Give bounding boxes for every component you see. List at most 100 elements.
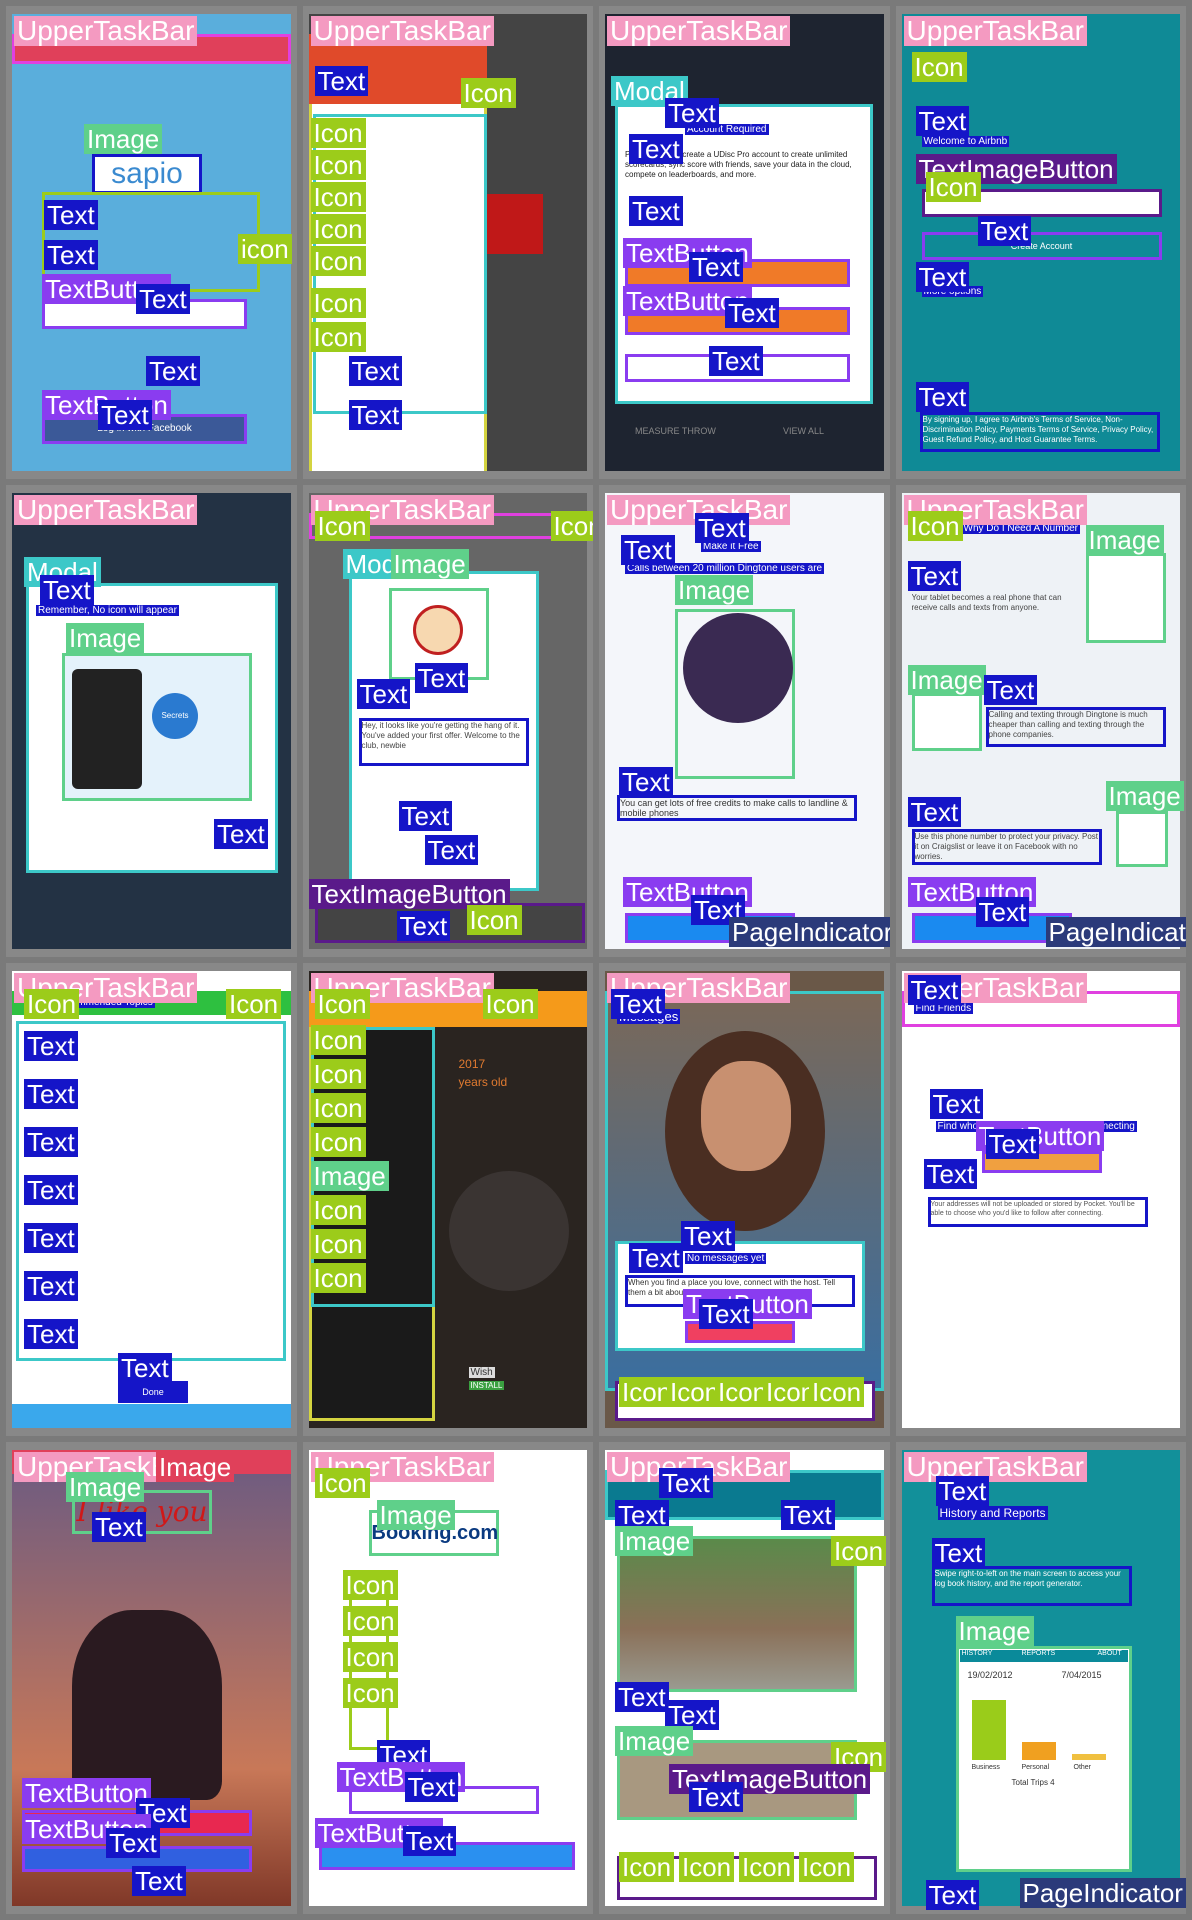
icon-label: Icon bbox=[342, 1569, 398, 1600]
tile-reports: History and Reports Swipe right-to-left … bbox=[895, 1441, 1186, 1914]
text-label: Text bbox=[915, 382, 970, 412]
personal-bar bbox=[1021, 1741, 1056, 1760]
tile-sapio: sapio Log in with Facebook UpperTaskBar … bbox=[6, 6, 297, 479]
icon-label: Icon bbox=[911, 52, 967, 82]
image-label: Image bbox=[390, 548, 469, 579]
screen-pocket: Find Friends Find who you know on Pocket… bbox=[901, 971, 1180, 1428]
remember-text: Remember, No icon will appear bbox=[36, 604, 179, 616]
icon-label: Icon bbox=[466, 904, 522, 935]
text-label: Text bbox=[629, 196, 683, 226]
calls-label: Calling and texting through Dingtone is … bbox=[988, 709, 1148, 739]
text-label: Text bbox=[24, 1175, 78, 1205]
create-account-button[interactable]: Create Account bbox=[921, 232, 1162, 260]
icon-label: Icon bbox=[715, 1377, 771, 1407]
about-tab[interactable]: ABOUT bbox=[1098, 1650, 1122, 1657]
text-label: Text bbox=[214, 818, 268, 849]
upper-taskbar-label: UpperTaskBar bbox=[310, 16, 494, 46]
credits-text: You can get lots of free credits to make… bbox=[617, 794, 857, 821]
text-label: Text bbox=[681, 1221, 735, 1251]
text-label: Text bbox=[931, 1537, 986, 1568]
image-label: Image bbox=[907, 664, 986, 695]
screen-messages: Messages No messages yet When you find a… bbox=[605, 971, 884, 1428]
icon-label: Icon bbox=[460, 78, 516, 108]
phone-image bbox=[72, 668, 142, 789]
icon-label: Icon bbox=[226, 989, 282, 1019]
text-label: Text bbox=[404, 1771, 459, 1802]
text-label: Text bbox=[907, 560, 962, 591]
tile-booking: Booking.com UpperTaskBar Icon Image Icon… bbox=[302, 1441, 593, 1914]
icon-label: Icon bbox=[310, 1093, 366, 1123]
icon-label: Icon bbox=[310, 182, 366, 212]
tile-secrets: Remember, No icon will appear Secrets Up… bbox=[6, 484, 297, 957]
bottom-bar bbox=[12, 1403, 291, 1428]
icon-label: icon bbox=[238, 234, 292, 264]
text-label: Text bbox=[92, 1511, 146, 1542]
welcome-text: Welcome to Airbnb bbox=[921, 136, 1010, 147]
text-label: Text bbox=[985, 1129, 1040, 1159]
text-label: Text bbox=[977, 216, 1032, 246]
sapio-logo: sapio bbox=[92, 154, 202, 194]
upper-taskbar-label: UpperTaskBar bbox=[607, 16, 791, 46]
secrets-icon: Secrets bbox=[152, 692, 198, 739]
text-label: Text bbox=[44, 200, 98, 230]
calls-text: Calling and texting through Dingtone is … bbox=[985, 706, 1166, 747]
icon-label: Icon bbox=[314, 510, 370, 541]
couple-silhouette bbox=[72, 1609, 222, 1800]
screenshot-grid: sapio Log in with Facebook UpperTaskBar … bbox=[0, 0, 1192, 1920]
tile-pocket: Find Friends Find who you know on Pocket… bbox=[895, 963, 1186, 1436]
lock-image bbox=[1115, 810, 1168, 867]
text-label: Text bbox=[923, 1159, 978, 1189]
boy-face bbox=[412, 604, 463, 655]
done-button[interactable]: Done bbox=[118, 1381, 188, 1403]
icon-label: Icon bbox=[907, 510, 963, 541]
swipe-instructions-label: Swipe right-to-left on the main screen t… bbox=[934, 1568, 1121, 1588]
end-date[interactable]: 7/04/2015 bbox=[1062, 1670, 1102, 1680]
no-messages-text: No messages yet bbox=[685, 1253, 767, 1264]
icon-label: Icon bbox=[314, 989, 370, 1019]
icon-label: Icon bbox=[619, 1377, 675, 1407]
text-label: Text bbox=[348, 356, 403, 386]
start-date[interactable]: 19/02/2012 bbox=[968, 1670, 1013, 1680]
privacy-note-label: Your addresses will not be uploaded or s… bbox=[930, 1201, 1135, 1217]
secrets-label: Secrets bbox=[161, 710, 189, 720]
text-label: Text bbox=[619, 766, 673, 797]
text-label: Text bbox=[725, 298, 779, 328]
text-label: Text bbox=[659, 1467, 713, 1498]
text-label: Text bbox=[106, 1827, 160, 1858]
tile-dingtone-credits: Make it Free Calls between 20 million Di… bbox=[599, 484, 890, 957]
reports-tab[interactable]: REPORTS bbox=[1022, 1650, 1056, 1657]
icon-label: Icon bbox=[667, 1377, 723, 1407]
image-label: Image bbox=[1105, 780, 1184, 811]
tablet-text: Your tablet becomes a real phone that ca… bbox=[912, 593, 1082, 629]
image-label: Image bbox=[310, 1161, 389, 1191]
icon-label: Icon bbox=[310, 288, 366, 318]
page-indicator-label: PageIndicator bbox=[1019, 1877, 1186, 1908]
tablet-label: Your tablet becomes a real phone that ca… bbox=[911, 592, 1062, 612]
upper-taskbar-label: UpperTaskBar bbox=[14, 16, 198, 46]
icon-label: Icon bbox=[310, 1059, 366, 1089]
tile-offer-modal: Hey, it looks like you're getting the ha… bbox=[302, 484, 593, 957]
text-button-label: TextButton bbox=[22, 1777, 151, 1808]
icon-label: Icon bbox=[310, 1195, 366, 1225]
icon-label: Icon bbox=[24, 989, 80, 1019]
text-label: Text bbox=[975, 896, 1030, 927]
text-label: Text bbox=[629, 134, 683, 164]
text-label: Text bbox=[356, 678, 411, 709]
icon-label: Icon bbox=[310, 322, 366, 352]
install-button[interactable]: INSTALL bbox=[468, 1381, 505, 1390]
tile-udisc: Account Required Please log in or create… bbox=[599, 6, 890, 479]
icon-label: Icon bbox=[310, 1025, 366, 1055]
icon-label: Icon bbox=[831, 1535, 887, 1566]
tile-airbnb: Welcome to Airbnb Create Account More op… bbox=[895, 6, 1186, 479]
icon-label: Icon bbox=[482, 989, 538, 1019]
icon-label: Icon bbox=[310, 118, 366, 148]
view-all-tab[interactable]: VIEW ALL bbox=[783, 426, 824, 436]
wish-text: Wish bbox=[468, 1367, 495, 1378]
measure-throw-tab[interactable]: MEASURE THROW bbox=[635, 426, 716, 436]
image-label: Image bbox=[1085, 524, 1164, 555]
icon-label: Icon bbox=[310, 1127, 366, 1157]
year-text: 2017 bbox=[458, 1057, 486, 1071]
offer-text: Hey, it looks like you're getting the ha… bbox=[358, 717, 529, 766]
history-tab[interactable]: HISTORY bbox=[962, 1650, 993, 1657]
text-label: Text bbox=[615, 1681, 669, 1712]
